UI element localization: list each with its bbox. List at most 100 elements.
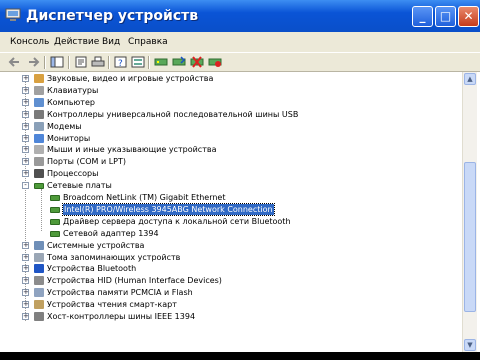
toolbar: ? — [0, 52, 480, 72]
toolbar-separator — [44, 56, 46, 69]
modem-icon — [34, 121, 44, 131]
tree-item[interactable]: Intel(R) PRO/Wireless 3945ABG Network Co… — [0, 202, 460, 216]
tree-item[interactable]: + Устройства Bluetooth — [0, 263, 460, 274]
expand-icon[interactable]: + — [22, 241, 29, 249]
menu-bar: Консоль Действие Вид Справка — [0, 32, 480, 52]
tree-item-label: Устройства Bluetooth — [47, 264, 137, 274]
port-icon — [34, 157, 44, 167]
svg-text:?: ? — [118, 59, 123, 68]
menu-view[interactable]: Вид — [102, 37, 120, 47]
expand-icon[interactable]: + — [22, 289, 29, 297]
help-icon[interactable]: ? — [114, 56, 128, 68]
back-icon[interactable] — [8, 56, 22, 68]
tree-item[interactable]: + Устройства HID (Human Interface Devices… — [0, 275, 460, 286]
scroll-thumb[interactable] — [464, 162, 476, 312]
close-icon: ✕ — [463, 9, 474, 23]
close-button[interactable]: ✕ — [458, 6, 479, 27]
view-icon[interactable] — [131, 56, 145, 68]
network-card-icon — [34, 183, 44, 190]
tree-item-label: Порты (COM и LPT) — [47, 157, 126, 167]
tree-item[interactable]: + Компьютер — [0, 97, 460, 108]
tree-item[interactable]: + Мониторы — [0, 133, 460, 144]
toolbar-separator — [108, 56, 110, 69]
uninstall-icon[interactable] — [190, 56, 204, 68]
network-card-icon — [50, 195, 60, 201]
menu-console[interactable]: Консоль — [10, 37, 49, 47]
expand-icon[interactable]: + — [22, 265, 29, 273]
tree-item-label: Клавиатуры — [47, 85, 99, 95]
tree-item[interactable]: Драйвер сервера доступа к локальной сети… — [0, 216, 460, 227]
tree-item[interactable]: - Сетевые платы — [0, 180, 460, 191]
tree-item[interactable]: + Мыши и иные указывающие устройства — [0, 144, 460, 155]
update-driver-icon[interactable] — [172, 56, 186, 68]
tree-item-label: Broadcom NetLink (TM) Gigabit Ethernet — [63, 193, 226, 202]
tree-item-label: Драйвер сервера доступа к локальной сети… — [63, 216, 291, 226]
tree-item[interactable]: + Порты (COM и LPT) — [0, 156, 460, 167]
disable-icon[interactable] — [208, 56, 222, 68]
expand-icon[interactable]: + — [22, 75, 29, 82]
toolbar-separator — [68, 56, 70, 69]
volume-icon — [34, 252, 44, 262]
menu-help[interactable]: Справка — [128, 37, 168, 47]
tree-item[interactable]: + Системные устройства — [0, 240, 460, 251]
tree-item[interactable]: + Звуковые, видео и игровые устройства — [0, 73, 460, 84]
menu-action[interactable]: Действие — [54, 37, 99, 47]
tree-item-label-selected: Intel(R) PRO/Wireless 3945ABG Network Co… — [62, 202, 275, 216]
vertical-scrollbar[interactable]: ▲ ▼ — [462, 72, 477, 352]
hid-icon — [34, 276, 44, 286]
expand-icon[interactable]: + — [22, 110, 29, 118]
minimize-icon: _ — [419, 9, 426, 23]
tree-item[interactable]: Broadcom NetLink (TM) Gigabit Ethernet — [0, 192, 460, 203]
tree-item[interactable]: + Контроллеры универсальной последователь… — [0, 109, 460, 120]
tree-item-label: Модемы — [47, 121, 82, 131]
expand-icon[interactable]: + — [22, 301, 29, 309]
expand-icon[interactable]: + — [22, 134, 29, 142]
expand-icon[interactable]: + — [22, 86, 29, 94]
scroll-up-icon[interactable]: ▲ — [464, 73, 476, 85]
network-card-icon — [50, 230, 60, 237]
minimize-button[interactable]: _ — [412, 6, 433, 27]
tree-item[interactable]: + Процессоры — [0, 168, 460, 179]
tree-item-label: Устройства памяти PCMCIA и Flash — [47, 288, 193, 298]
network-card-icon — [50, 206, 60, 213]
tree-item[interactable]: + Хост-контроллеры шины IEEE 1394 — [0, 311, 460, 322]
tree-item[interactable]: Сетевой адаптер 1394 — [0, 228, 460, 239]
keyboard-icon — [34, 85, 44, 95]
expand-icon[interactable]: + — [22, 277, 29, 285]
scan-hardware-icon[interactable] — [154, 56, 168, 68]
expand-icon[interactable]: + — [22, 146, 29, 154]
scroll-down-icon[interactable]: ▼ — [464, 339, 476, 351]
network-card-icon — [50, 218, 60, 225]
expand-icon[interactable]: + — [22, 253, 29, 261]
tree-item[interactable]: + Клавиатуры — [0, 85, 460, 96]
forward-icon[interactable] — [26, 56, 40, 68]
tree-item-label: Хост-контроллеры шины IEEE 1394 — [47, 312, 196, 321]
expand-icon[interactable]: + — [22, 122, 29, 130]
device-tree: + Звуковые, видео и игровые устройства + Кл… — [0, 72, 462, 352]
expand-icon[interactable]: + — [22, 170, 29, 178]
expand-icon[interactable]: + — [22, 313, 29, 320]
device-manager-window: Диспетчер устройств _ □ ✕ Консоль Действ… — [0, 0, 480, 360]
properties-icon[interactable] — [74, 56, 88, 68]
tree-item[interactable]: + Тома запоминающих устройств — [0, 252, 460, 263]
mouse-icon — [34, 145, 44, 155]
tree-item-label: Устройства чтения смарт-карт — [47, 300, 177, 310]
expand-icon[interactable]: + — [22, 158, 29, 166]
maximize-button[interactable]: □ — [435, 6, 456, 27]
tree-item-label: Сетевой адаптер 1394 — [63, 228, 159, 238]
show-hide-tree-icon[interactable] — [50, 56, 64, 68]
tree-item-label: Сетевые платы — [47, 181, 112, 191]
monitor-icon — [34, 133, 44, 143]
computer-icon — [34, 97, 44, 107]
usb-icon — [34, 109, 44, 119]
tree-item-label: Мыши и иные указывающие устройства — [47, 145, 217, 155]
tree-item[interactable]: + Устройства памяти PCMCIA и Flash — [0, 287, 460, 298]
collapse-icon[interactable]: - — [22, 182, 29, 190]
tree-item[interactable]: + Устройства чтения смарт-карт — [0, 299, 460, 310]
print-icon[interactable] — [91, 56, 105, 68]
toolbar-separator — [148, 56, 150, 69]
tree-item-label: Тома запоминающих устройств — [47, 252, 181, 262]
tree-item[interactable]: + Модемы — [0, 121, 460, 132]
expand-icon[interactable]: + — [22, 98, 29, 106]
title-bar[interactable]: Диспетчер устройств _ □ ✕ — [0, 0, 480, 32]
